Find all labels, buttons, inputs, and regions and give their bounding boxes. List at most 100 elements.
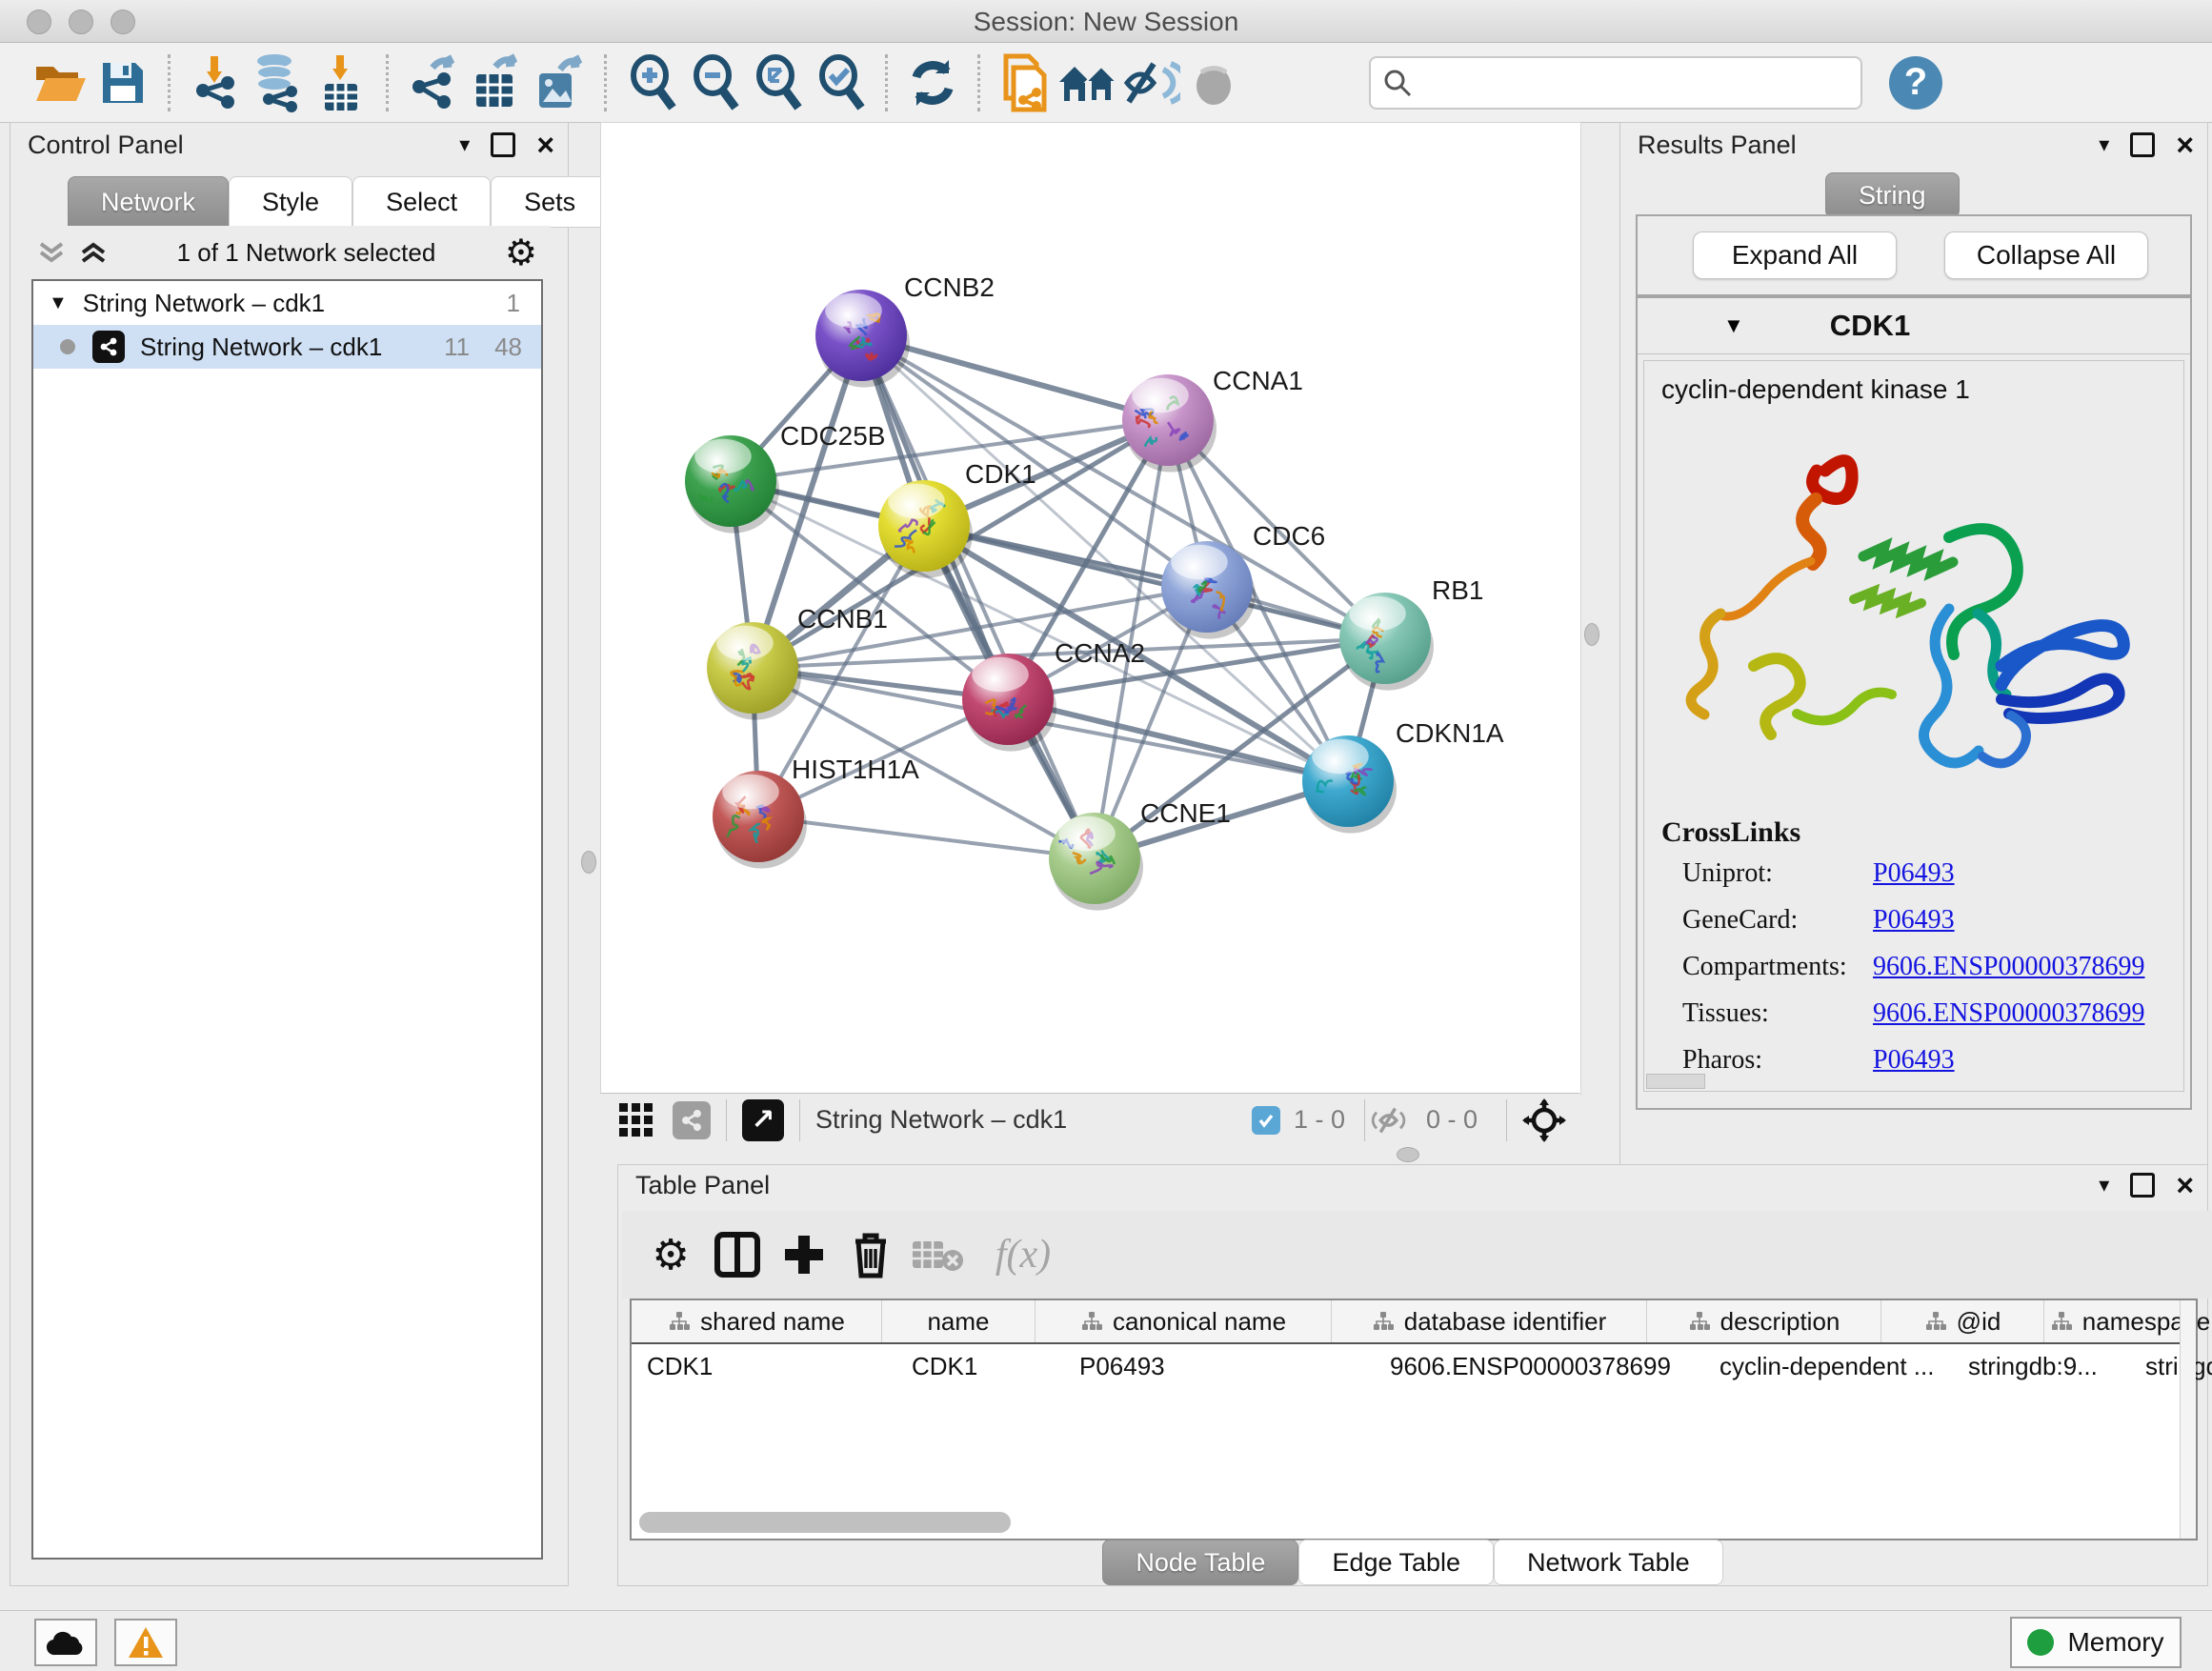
table-row[interactable]: CDK1CDK1P064939606.ENSP00000378699cyclin…: [632, 1344, 2196, 1388]
column-header-name[interactable]: name: [882, 1300, 1036, 1342]
refresh-button[interactable]: [901, 51, 964, 114]
entry-scrollbar[interactable]: [1646, 1074, 1705, 1089]
refresh-icon: [907, 56, 958, 110]
table-cell[interactable]: P06493: [1064, 1344, 1375, 1388]
open-session-button[interactable]: [29, 51, 91, 114]
table-cell[interactable]: stringdb: [2130, 1344, 2212, 1388]
table-options-gear-icon[interactable]: ⚙: [637, 1221, 704, 1288]
table-cell[interactable]: 9606.ENSP00000378699: [1375, 1344, 1704, 1388]
results-panel-close-icon[interactable]: ×: [2176, 135, 2194, 154]
results-tab-string[interactable]: String: [1825, 172, 1960, 218]
crosslink-link[interactable]: 9606.ENSP00000378699: [1873, 952, 2144, 982]
export-table-button[interactable]: [465, 51, 528, 114]
expand-all-button[interactable]: Expand All: [1693, 232, 1897, 279]
column-header-description[interactable]: description: [1647, 1300, 1881, 1342]
collection-expand-icon[interactable]: ▼: [49, 292, 68, 314]
import-network-file-button[interactable]: [184, 51, 247, 114]
table-cell[interactable]: stringdb:9...: [1953, 1344, 2130, 1388]
export-network-button[interactable]: [402, 51, 465, 114]
node-HIST1H1A[interactable]: HIST1H1A: [713, 755, 919, 869]
zoom-out-button[interactable]: [683, 51, 746, 114]
string-network-graph[interactable]: CCNB2CCNA1CDC25BCDK1CDC6RB1CCNB1CCNA2CDK…: [601, 123, 1580, 1094]
warning-icon: [127, 1625, 165, 1660]
birds-eye-view-icon[interactable]: ↗: [742, 1099, 784, 1141]
column-header--id[interactable]: @id: [1881, 1300, 2044, 1342]
node-CDK1[interactable]: CDK1: [878, 459, 1036, 578]
warnings-button[interactable]: [114, 1619, 177, 1666]
table-panel-close-icon[interactable]: ×: [2176, 1176, 2194, 1195]
table-cell[interactable]: cyclin-dependent ...: [1704, 1344, 1953, 1388]
import-table-file-button[interactable]: [310, 51, 372, 114]
bottom-splitter-handle[interactable]: [1397, 1147, 1419, 1162]
eye-icon: [1188, 57, 1239, 109]
collapse-all-icon[interactable]: [37, 240, 66, 265]
crosslink-link[interactable]: 9606.ENSP00000378699: [1873, 998, 2144, 1029]
right-splitter-handle[interactable]: [1584, 623, 1599, 646]
crosslink-link[interactable]: P06493: [1873, 858, 1955, 889]
memory-button[interactable]: Memory: [2010, 1617, 2182, 1668]
fit-content-button[interactable]: [746, 51, 809, 114]
search-field[interactable]: [1369, 56, 1862, 110]
zoom-selected-button[interactable]: [809, 51, 872, 114]
grid-view-icon[interactable]: [617, 1101, 655, 1139]
crosslink-link[interactable]: P06493: [1873, 905, 1955, 936]
node-RB1[interactable]: RB1: [1339, 575, 1483, 691]
column-header-shared-name[interactable]: shared name: [632, 1300, 882, 1342]
tab-network[interactable]: Network: [68, 176, 229, 228]
entry-description: cyclin-dependent kinase 1: [1644, 361, 2183, 405]
network-options-gear-icon[interactable]: ⚙: [505, 232, 537, 274]
node-CCNA1[interactable]: CCNA1: [1122, 366, 1303, 473]
control-panel-close-icon[interactable]: ×: [536, 135, 554, 154]
expand-all-icon[interactable]: [79, 240, 108, 265]
node-CDC25B[interactable]: CDC25B: [685, 421, 885, 534]
export-image-button[interactable]: [528, 51, 591, 114]
clone-network-button[interactable]: [994, 51, 1056, 114]
network-collection-row[interactable]: ▼ String Network – cdk1 1: [33, 281, 541, 325]
column-header-canonical-name[interactable]: canonical name: [1036, 1300, 1332, 1342]
network-view-canvas[interactable]: CCNB2CCNA1CDC25BCDK1CDC6RB1CCNB1CCNA2CDK…: [600, 122, 1581, 1095]
node-CDKN1A[interactable]: CDKN1A: [1302, 718, 1504, 834]
edge-CCNE1-HIST1H1A[interactable]: [758, 816, 1095, 858]
import-network-database-button[interactable]: [247, 51, 310, 114]
collapse-all-button[interactable]: Collapse All: [1944, 232, 2148, 279]
string-home-button[interactable]: [1056, 51, 1119, 114]
table-panel-float-icon[interactable]: [2130, 1173, 2155, 1198]
create-column-button[interactable]: [771, 1221, 837, 1288]
table-horizontal-scrollbar[interactable]: [639, 1512, 1011, 1533]
tab-network-table[interactable]: Network Table: [1494, 1540, 1723, 1585]
search-input[interactable]: [1413, 67, 1817, 98]
memory-status-dot: [2027, 1629, 2054, 1656]
network-row[interactable]: String Network – cdk1 11 48: [33, 325, 541, 369]
eye-button[interactable]: [1182, 51, 1245, 114]
results-panel-collapse-icon[interactable]: ▾: [2099, 132, 2109, 157]
show-columns-button[interactable]: [704, 1221, 771, 1288]
zoom-in-button[interactable]: [620, 51, 683, 114]
node-CCNB2[interactable]: CCNB2: [815, 272, 995, 388]
tab-edge-table[interactable]: Edge Table: [1298, 1540, 1494, 1585]
table-cell[interactable]: CDK1: [632, 1344, 896, 1388]
selected-checkbox-icon[interactable]: [1252, 1106, 1280, 1135]
help-button[interactable]: ?: [1889, 56, 1942, 110]
delete-column-button[interactable]: [837, 1221, 904, 1288]
table-cell[interactable]: CDK1: [896, 1344, 1064, 1388]
results-panel-float-icon[interactable]: [2130, 132, 2155, 157]
tab-node-table[interactable]: Node Table: [1102, 1540, 1298, 1585]
node-position-crosshair-icon[interactable]: [1522, 1098, 1566, 1142]
control-panel-collapse-icon[interactable]: ▾: [459, 132, 470, 157]
table-panel-collapse-icon[interactable]: ▾: [2099, 1173, 2109, 1198]
control-panel-float-icon[interactable]: [491, 132, 515, 157]
column-header-database-identifier[interactable]: database identifier: [1332, 1300, 1647, 1342]
tab-select[interactable]: Select: [352, 176, 491, 228]
show-hide-graphics-button[interactable]: [1119, 51, 1182, 114]
table-vertical-scrollbar[interactable]: [2180, 1300, 2196, 1539]
tab-sets[interactable]: Sets: [491, 176, 609, 228]
entry-collapse-icon[interactable]: ▼: [1723, 313, 1744, 338]
control-panel: Control Panel ▾ × NetworkStyleSelectSets…: [10, 122, 569, 1586]
tab-style[interactable]: Style: [229, 176, 352, 228]
save-session-button[interactable]: [91, 51, 154, 114]
left-splitter-handle[interactable]: [581, 851, 596, 874]
cloud-status-button[interactable]: [34, 1619, 97, 1666]
crosslink-link[interactable]: P06493: [1873, 1045, 1955, 1076]
node-CDC6[interactable]: CDC6: [1161, 521, 1325, 639]
network-share-view-icon[interactable]: [673, 1101, 711, 1139]
